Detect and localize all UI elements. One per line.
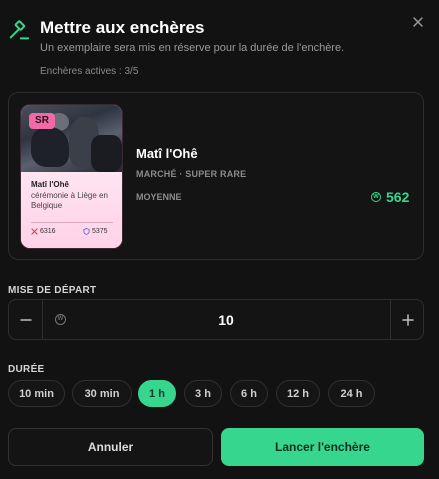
card-name: Matî l'Ohê — [136, 146, 198, 161]
defense-value: 5375 — [92, 228, 108, 235]
starting-bid-input[interactable] — [71, 300, 381, 339]
card-thumbnail-description: cérémonie à Liège en Belgique — [31, 191, 108, 210]
defense-stat: 5375 — [83, 228, 108, 235]
coin-icon: W — [55, 314, 66, 325]
close-icon[interactable] — [409, 13, 427, 31]
card-summary-panel: SR Matî l'Ohê cérémonie à Liège en Belgi… — [8, 92, 424, 260]
card-photo: SR — [21, 105, 122, 172]
card-thumbnail-name: Matî l'Ohê — [31, 180, 69, 189]
swords-icon — [31, 228, 38, 235]
increment-button[interactable] — [390, 300, 424, 339]
attack-stat: 6316 — [31, 228, 56, 235]
card-thumbnail-body: Matî l'Ohê cérémonie à Liège en Belgique… — [21, 172, 122, 248]
shield-icon — [83, 228, 90, 235]
duration-option[interactable]: 3 h — [184, 380, 222, 407]
duration-option-selected[interactable]: 1 h — [138, 380, 176, 407]
dialog-subtitle: Un exemplaire sera mis en réserve pour l… — [40, 42, 345, 54]
dialog-title: Mettre aux enchères — [40, 18, 205, 37]
divider — [31, 222, 113, 223]
card-thumbnail: SR Matî l'Ohê cérémonie à Liège en Belgi… — [21, 105, 122, 248]
duration-option[interactable]: 12 h — [276, 380, 320, 407]
dialog-header: Mettre aux enchères Un exemplaire sera m… — [0, 0, 439, 90]
starting-bid-label: MISE DE DÉPART — [8, 285, 97, 296]
duration-option[interactable]: 30 min — [72, 380, 132, 407]
duration-option[interactable]: 6 h — [230, 380, 268, 407]
card-market-rarity: MARCHÉ · SUPER RARE — [136, 169, 247, 179]
coin-icon: W — [371, 192, 381, 202]
card-tier: MOYENNE — [136, 192, 182, 202]
attack-value: 6316 — [40, 228, 56, 235]
duration-option[interactable]: 10 min — [8, 380, 65, 407]
decrement-button[interactable] — [9, 300, 43, 339]
cancel-button[interactable]: Annuler — [8, 428, 213, 466]
gavel-icon — [9, 20, 30, 40]
card-price-value: 562 — [386, 189, 410, 205]
card-price: W 562 — [371, 189, 409, 205]
minus-icon — [19, 318, 32, 321]
plus-icon — [401, 313, 414, 326]
rarity-badge: SR — [29, 113, 55, 129]
active-auctions-count: Enchères actives : 3/5 — [40, 66, 139, 77]
duration-label: DURÉE — [8, 364, 45, 375]
starting-bid-stepper: W — [8, 299, 424, 340]
duration-option[interactable]: 24 h — [328, 380, 375, 407]
launch-auction-button[interactable]: Lancer l'enchère — [221, 428, 424, 466]
